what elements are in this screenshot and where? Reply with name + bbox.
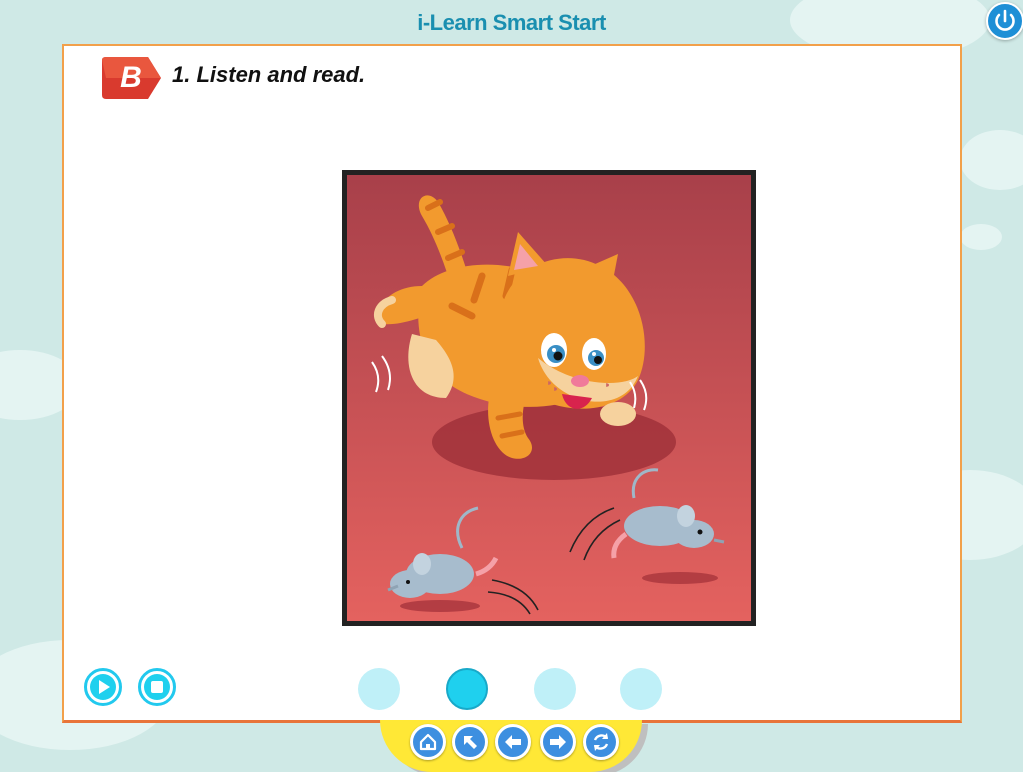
arrow-right-icon xyxy=(550,735,566,749)
arrow-up-left-icon xyxy=(464,736,477,749)
play-icon xyxy=(90,674,116,700)
section-letter: B xyxy=(120,61,142,94)
background-cloud xyxy=(960,130,1023,190)
exercise-instruction: 1. Listen and read. xyxy=(172,62,366,87)
stop-button[interactable] xyxy=(138,668,176,706)
back-to-menu-button[interactable] xyxy=(452,724,488,760)
app-title: i-Learn Smart Start xyxy=(417,10,606,35)
play-button[interactable] xyxy=(84,668,122,706)
stop-icon xyxy=(144,674,170,700)
background-cloud xyxy=(960,224,1002,250)
page-indicator-2[interactable] xyxy=(446,668,488,710)
refresh-icon xyxy=(593,733,609,751)
refresh-button[interactable] xyxy=(583,724,619,760)
cat-chasing-mice-illustration xyxy=(342,170,756,626)
power-icon xyxy=(995,9,1015,31)
home-icon xyxy=(419,733,437,751)
arrow-left-icon xyxy=(505,735,521,749)
page-indicator-1[interactable] xyxy=(358,668,400,710)
home-button[interactable] xyxy=(410,724,446,760)
page-indicator-4[interactable] xyxy=(620,668,662,710)
power-button[interactable] xyxy=(986,2,1023,40)
next-button[interactable] xyxy=(540,724,576,760)
previous-button[interactable] xyxy=(495,724,531,760)
content-panel: B 1. Listen and read. xyxy=(62,44,962,723)
page-indicator-3[interactable] xyxy=(534,668,576,710)
